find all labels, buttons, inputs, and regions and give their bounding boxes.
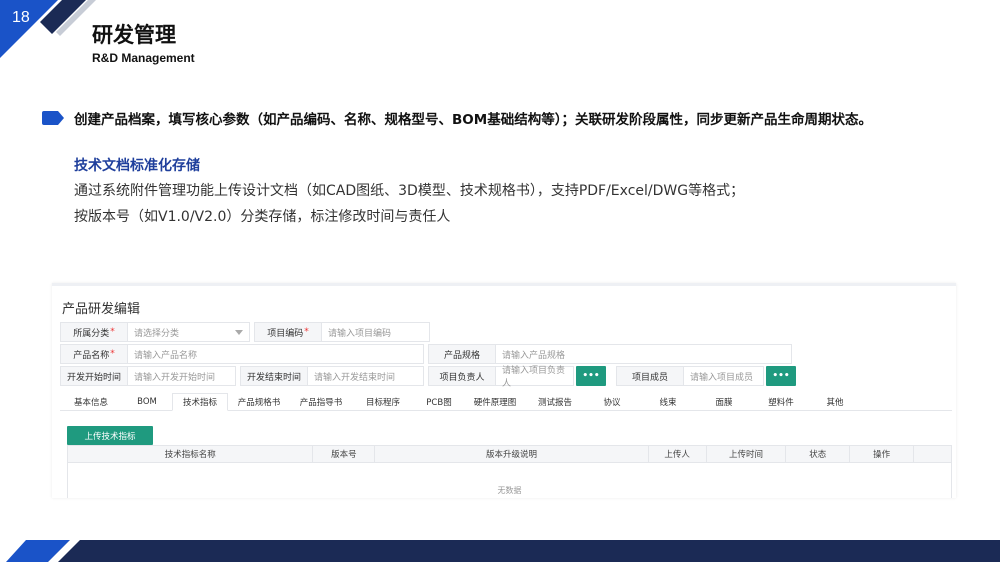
tab-bom[interactable]: BOM <box>122 393 172 411</box>
tab-plastic-parts[interactable]: 塑料件 <box>752 393 810 411</box>
page-number: 18 <box>12 9 30 26</box>
panel-title: 产品研发编辑 <box>62 302 141 317</box>
dev-end-label: 开发结束时间 <box>240 366 308 386</box>
tab-pcb[interactable]: PCB图 <box>414 393 464 411</box>
dev-start-label: 开发开始时间 <box>60 366 128 386</box>
description-line-2: 按版本号（如V1.0/V2.0）分类存储，标注修改时间与责任人 <box>74 209 451 225</box>
tab-hardware-schematic[interactable]: 硬件原理图 <box>464 393 526 411</box>
project-owner-input[interactable]: 请输入项目负责人 <box>496 366 574 389</box>
category-label: 所属分类 * <box>60 322 128 342</box>
footer-band <box>0 540 1000 562</box>
form-row-3: 开发开始时间 请输入开发开始时间 开发结束时间 请输入开发结束时间 项目负责人 … <box>60 366 796 389</box>
tab-harness[interactable]: 线束 <box>640 393 696 411</box>
project-owner-label: 项目负责人 <box>428 366 496 386</box>
category-select[interactable]: 请选择分类 <box>128 322 250 342</box>
project-members-label: 项目成员 <box>616 366 684 386</box>
form-row-2: 产品名称 * 请输入产品名称 产品规格 请输入产品规格 <box>60 344 792 364</box>
tab-test-report[interactable]: 测试报告 <box>526 393 584 411</box>
column-header: 版本升级说明 <box>375 446 649 462</box>
bullet-text: 创建产品档案，填写核心参数（如产品编码、名称、规格型号、BOM基础结构等）；关联… <box>74 112 872 128</box>
tab-basic-info[interactable]: 基本信息 <box>60 393 122 411</box>
document-tabs: 基本信息 BOM 技术指标 产品规格书 产品指导书 目标程序 PCB图 硬件原理… <box>60 393 952 411</box>
page-subtitle: R&D Management <box>92 51 195 65</box>
column-header: 上传人 <box>649 446 707 462</box>
project-code-label: 项目编码 * <box>254 322 322 342</box>
project-members-input[interactable]: 请输入项目成员 <box>684 366 764 386</box>
project-members-picker-button[interactable]: ••• <box>766 366 796 386</box>
tab-other[interactable]: 其他 <box>810 393 860 411</box>
description-line-1: 通过系统附件管理功能上传设计文档（如CAD图纸、3D模型、技术规格书），支持PD… <box>74 183 745 199</box>
project-code-input[interactable]: 请输入项目编码 <box>322 322 430 342</box>
product-name-input[interactable]: 请输入产品名称 <box>128 344 424 364</box>
column-header: 上传时间 <box>707 446 787 462</box>
product-spec-label: 产品规格 <box>428 344 496 364</box>
dev-end-input[interactable]: 请输入开发结束时间 <box>308 366 424 386</box>
tab-product-guide[interactable]: 产品指导书 <box>290 393 352 411</box>
product-spec-input[interactable]: 请输入产品规格 <box>496 344 792 364</box>
dev-start-input[interactable]: 请输入开发开始时间 <box>128 366 236 386</box>
project-owner-picker-button[interactable]: ••• <box>576 366 606 386</box>
empty-table-message: 无数据 <box>67 463 952 498</box>
form-row-1: 所属分类 * 请选择分类 项目编码 * 请输入项目编码 <box>60 322 430 342</box>
page-title: 研发管理 <box>92 23 176 47</box>
chevron-down-icon <box>235 330 243 335</box>
tab-product-spec-sheet[interactable]: 产品规格书 <box>228 393 290 411</box>
tab-protocol[interactable]: 协议 <box>584 393 640 411</box>
section-heading: 技术文档标准化存储 <box>74 158 200 174</box>
column-header: 技术指标名称 <box>68 446 314 462</box>
tab-membrane[interactable]: 面膜 <box>696 393 752 411</box>
column-header-spacer <box>914 446 951 462</box>
column-header: 版本号 <box>313 446 376 462</box>
upload-tech-spec-button[interactable]: 上传技术指标 <box>67 426 153 445</box>
column-header: 操作 <box>850 446 915 462</box>
product-rd-edit-panel: 产品研发编辑 所属分类 * 请选择分类 项目编码 * 请输入项目编码 产品名称 * 请… <box>52 283 956 498</box>
column-header: 状态 <box>786 446 851 462</box>
table-header: 技术指标名称 版本号 版本升级说明 上传人 上传时间 状态 操作 <box>67 445 952 463</box>
tab-tech-specs[interactable]: 技术指标 <box>172 393 228 411</box>
product-name-label: 产品名称 * <box>60 344 128 364</box>
arrow-bullet-icon <box>42 111 64 125</box>
bullet-row: 创建产品档案，填写核心参数（如产品编码、名称、规格型号、BOM基础结构等）；关联… <box>42 108 872 128</box>
tab-target-program[interactable]: 目标程序 <box>352 393 414 411</box>
